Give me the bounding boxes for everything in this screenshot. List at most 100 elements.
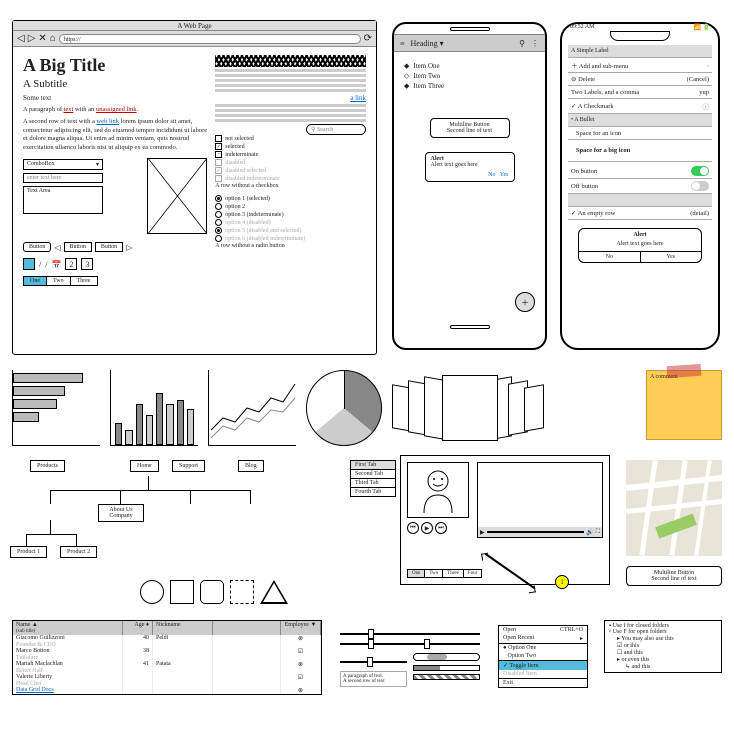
reload-icon[interactable]: ⟳ [364,33,372,44]
list-item[interactable]: Item One [413,62,439,70]
list-row[interactable]: ＋ Add and sub-menu› [568,58,712,73]
slider[interactable] [340,633,480,635]
list-row[interactable]: Two Labels, and a commayup [568,86,712,99]
list-row[interactable]: Space for a big icon [568,140,712,162]
menu-icon[interactable]: ≡ [400,39,405,48]
node-product-2[interactable]: Product 2 [60,546,97,558]
segment-three[interactable]: Three [71,276,98,286]
prev-button[interactable]: ⏮ [407,522,419,534]
list-row[interactable]: ✓ A Checkmarkⓘ [568,99,712,114]
info-icon[interactable]: ⓘ [703,101,710,111]
text-link[interactable]: text [64,106,74,113]
tree-item[interactable]: ▸ You may also use this [607,635,719,642]
list-row[interactable]: ✓ An empty row(detail) [568,207,712,220]
multiline-button[interactable]: Multiline Button Second line of text [430,118,510,138]
checkbox[interactable]: − [215,151,222,158]
button-2[interactable]: Button [64,242,92,252]
checkbox[interactable]: ✓ [215,143,222,150]
tab-three[interactable]: Three [443,569,464,578]
next-button[interactable]: ⏭ [435,522,447,534]
menu-toggle[interactable]: ✓ Toggle Item [499,661,587,670]
tab-fourth[interactable]: Fourth Tab [350,487,396,497]
segment-two[interactable]: Two [47,276,71,286]
fullscreen-icon[interactable]: ⛶ [596,529,600,536]
grid-docs-link[interactable]: Data Grid Docs [13,687,123,694]
segment-one[interactable]: One [23,276,47,286]
list-row[interactable]: Space for an icon [568,127,712,140]
toggle-on[interactable] [691,166,709,176]
fab-add-button[interactable]: + [515,292,535,312]
tab-four[interactable]: Four [464,569,482,578]
video-player[interactable]: ▶ 🔊 ⛶ [477,462,603,538]
tab-two[interactable]: Two [425,569,443,578]
radio[interactable] [215,195,222,202]
url-input[interactable]: https:// [59,34,361,44]
app-bar: ≡ Heading ▾ ⚲ ⋮ [394,34,545,52]
menu-option-2[interactable]: Option Two [499,652,587,660]
tree-item[interactable]: ☐ and this [607,649,719,656]
number-box[interactable]: 3 [81,258,93,270]
node-support[interactable]: Support [172,460,205,472]
list-item[interactable]: Item Three [413,82,444,90]
play-button[interactable]: ▶ [421,522,433,534]
web-link[interactable]: web link [96,118,119,125]
slider-2[interactable] [340,661,407,663]
menu-open-recent[interactable]: Open Recent▸ [499,634,587,643]
forward-icon[interactable]: ▷ [28,33,36,44]
sticky-note[interactable]: A comment [646,370,722,440]
search-icon[interactable]: ⚲ [519,39,525,48]
menu-exit[interactable]: Exit [499,679,587,687]
table-row[interactable]: Valerie Liberty☑ [13,674,321,681]
play-icon[interactable]: ▶ [480,529,485,536]
android-phone: ≡ Heading ▾ ⚲ ⋮ ◆Item One ◇Item Two ◆Ite… [392,22,547,350]
search-input[interactable]: ⚲ Search [306,124,366,135]
checkbox[interactable] [215,135,222,142]
number-box[interactable]: 2 [65,258,77,270]
list-row-delete[interactable]: ⊖ Delete(Cancel) [568,73,712,86]
yes-button[interactable]: Yes [500,172,509,178]
a-link[interactable]: a link [215,94,366,102]
volume-icon[interactable]: 🔊 [586,529,593,536]
tab-one[interactable]: One [407,569,425,578]
color-swatch[interactable] [23,258,35,270]
multiline-button-2[interactable]: Multiline Button Second line of text [626,566,722,586]
unassigned-link[interactable]: unassigned link [96,106,137,113]
range-slider[interactable] [340,643,480,645]
menu-option-1[interactable]: ● Option One [499,644,587,652]
table-row[interactable]: Giacomo Guilizzoni40Peldi⊗ [13,635,321,642]
textarea[interactable]: Text Area [23,186,103,214]
map-widget[interactable] [626,460,722,556]
button[interactable]: Button [23,242,51,252]
node-product-1[interactable]: Product 1 [10,546,47,558]
tree-item[interactable]: ▸ or even this [607,656,719,663]
text-input[interactable]: enter text here [23,173,103,183]
table-row[interactable]: Marco Botton38☑ [13,648,321,655]
tree-item[interactable]: ☑ or this [607,642,719,649]
table-row[interactable]: Mariah Maclachlan41Patata⊗ [13,661,321,668]
calendar-icon[interactable]: 📅 [51,260,61,269]
home-icon[interactable]: ⌂ [50,33,56,44]
no-button[interactable]: No [488,172,495,178]
more-icon[interactable]: ⋮ [531,39,539,48]
node-home[interactable]: Home [130,460,159,472]
scrollbar[interactable] [413,653,480,661]
back-icon[interactable]: ◁ [17,33,25,44]
radio[interactable] [215,211,222,218]
radio[interactable] [215,203,222,210]
radio [215,227,222,234]
paragraph-2: A second row of text with a web link lor… [23,118,207,152]
list-item[interactable]: Item Two [413,72,440,80]
menu-open[interactable]: OpenCTRL+O [499,626,587,634]
coverflow[interactable] [392,370,544,446]
node-about[interactable]: About Us Company [98,504,144,522]
combobox[interactable]: ComboBox▾ [23,159,103,170]
close-icon[interactable]: ✕ [38,33,46,44]
node-products[interactable]: Products [30,460,65,472]
button-3[interactable]: Button [95,242,123,252]
tree-item[interactable]: ↳ and this [607,663,719,670]
yes-button[interactable]: Yes [640,252,702,262]
no-button[interactable]: No [579,252,640,262]
chevron-down-icon[interactable]: ▾ [440,39,444,48]
node-blog[interactable]: Blog [238,460,264,472]
toggle-off[interactable] [691,181,709,191]
